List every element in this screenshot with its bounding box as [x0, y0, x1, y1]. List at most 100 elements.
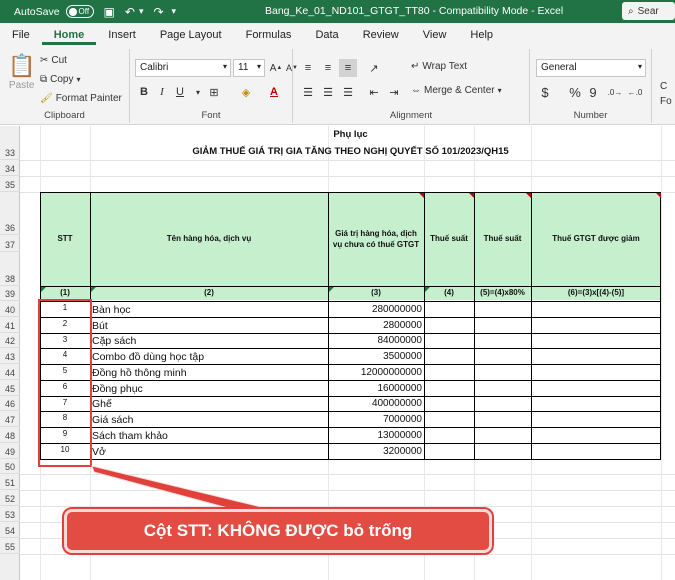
code-cell[interactable]: (5)=(4)x80% — [474, 286, 531, 301]
tab-home[interactable]: Home — [41, 29, 97, 45]
decrease-decimal-icon[interactable]: ←.0 — [626, 83, 644, 101]
item-value-cell[interactable]: 13000000 — [328, 430, 423, 441]
code-cell[interactable]: (2) — [90, 286, 328, 301]
code-cell[interactable]: (3) — [328, 286, 424, 301]
header-tax-rate[interactable]: Thuế suất — [424, 192, 474, 286]
tab-data[interactable]: Data — [303, 29, 350, 45]
align-bottom-icon[interactable]: ≡ — [339, 59, 357, 77]
orientation-icon[interactable]: ↗ — [365, 59, 383, 77]
align-right-icon[interactable]: ☰ — [339, 83, 357, 101]
fill-color-icon[interactable]: ◈ — [237, 83, 255, 101]
italic-icon[interactable]: I — [153, 83, 171, 101]
undo-icon[interactable]: ↶ — [125, 5, 135, 19]
comment-indicator-icon[interactable] — [469, 193, 474, 198]
row-header[interactable]: 55 — [0, 538, 20, 554]
row-header[interactable]: 45 — [0, 380, 20, 396]
redo-icon[interactable]: ↷ — [153, 5, 163, 19]
decrease-indent-icon[interactable]: ⇤ — [365, 83, 383, 101]
item-name-cell[interactable]: Sách tham khảo — [92, 430, 168, 442]
item-name-cell[interactable]: Combo đồ dùng học tập — [92, 351, 204, 363]
row-header[interactable]: 37 — [0, 235, 20, 252]
header-value[interactable]: Giá trị hàng hóa, dịch vụ chưa có thuế G… — [330, 216, 422, 264]
undo-dropdown-icon[interactable]: ▾ — [139, 6, 144, 17]
copy-button[interactable]: ⧉ Copy ▾ — [40, 74, 81, 85]
item-name-cell[interactable]: Vở — [92, 446, 106, 458]
cut-button[interactable]: ✂ Cut — [40, 55, 67, 66]
error-indicator-icon[interactable] — [329, 287, 334, 292]
row-header[interactable]: 42 — [0, 333, 20, 348]
wrap-text-button[interactable]: ↵ Wrap Text — [411, 61, 467, 72]
tab-file[interactable]: File — [0, 29, 42, 45]
format-painter-button[interactable]: 🖌 Format Painter — [40, 93, 122, 104]
item-name-cell[interactable]: Bàn học — [92, 304, 131, 316]
row-header[interactable]: 49 — [0, 443, 20, 459]
merge-center-button[interactable]: ⇔ Merge & Center ▾ — [411, 85, 502, 96]
row-header[interactable]: 50 — [0, 459, 20, 474]
conditional-formatting-partial[interactable]: C Fo — [660, 81, 672, 107]
item-value-cell[interactable]: 400000000 — [328, 398, 422, 409]
borders-icon[interactable]: ⊞ — [205, 83, 223, 101]
item-value-cell[interactable]: 84000000 — [328, 335, 423, 346]
tab-review[interactable]: Review — [351, 29, 411, 45]
error-indicator-icon[interactable] — [425, 287, 430, 292]
row-header[interactable]: 35 — [0, 176, 20, 192]
item-value-cell[interactable]: 3200000 — [328, 446, 422, 457]
row-header[interactable]: 48 — [0, 427, 20, 443]
row-header[interactable]: 44 — [0, 364, 20, 380]
row-header[interactable]: 43 — [0, 348, 20, 364]
paste-button[interactable]: 📋 Paste — [8, 53, 35, 91]
code-cell[interactable]: (6)=(3)x[(4)-(5)] — [531, 286, 661, 301]
tab-page-layout[interactable]: Page Layout — [148, 29, 234, 45]
comment-indicator-icon[interactable] — [656, 193, 661, 198]
header-name[interactable]: Tên hàng hóa, dịch vụ — [90, 192, 328, 286]
tab-view[interactable]: View — [411, 29, 459, 45]
error-indicator-icon[interactable] — [41, 287, 46, 292]
row-header[interactable]: 53 — [0, 506, 20, 522]
row-header[interactable]: 46 — [0, 396, 20, 411]
font-size-select[interactable]: 11 ▾ — [233, 59, 265, 77]
row-header[interactable]: 41 — [0, 317, 20, 333]
item-value-cell[interactable]: 12000000000 — [328, 367, 422, 378]
tab-insert[interactable]: Insert — [96, 29, 148, 45]
currency-icon[interactable]: $ — [536, 83, 554, 101]
tab-help[interactable]: Help — [458, 29, 505, 45]
save-icon[interactable]: ▣ — [104, 5, 115, 19]
row-header[interactable]: 54 — [0, 522, 20, 538]
comment-indicator-icon[interactable] — [419, 193, 424, 198]
item-name-cell[interactable]: Giá sách — [92, 414, 133, 426]
row-header[interactable]: 33 — [0, 143, 20, 160]
align-top-icon[interactable]: ≡ — [299, 59, 317, 77]
header-tax-reduced[interactable]: Thuế GTGT được giảm — [531, 192, 661, 286]
item-name-cell[interactable]: Đồng hồ thông minh — [92, 367, 187, 379]
row-header[interactable]: 34 — [0, 160, 20, 176]
item-value-cell[interactable]: 2800000 — [328, 320, 422, 331]
row-header[interactable]: 36 — [0, 192, 20, 235]
item-value-cell[interactable]: 7000000 — [328, 414, 422, 425]
header-tax-rate-80[interactable]: Thuế suất — [474, 192, 531, 286]
bold-icon[interactable]: B — [135, 83, 153, 101]
autosave-toggle[interactable]: Off — [65, 5, 94, 18]
row-header[interactable]: 40 — [0, 301, 20, 317]
align-middle-icon[interactable]: ≡ — [319, 59, 337, 77]
search-box[interactable]: ⌕ Sear — [622, 2, 675, 20]
comment-indicator-icon[interactable] — [526, 193, 531, 198]
number-format-select[interactable]: General ▾ — [536, 59, 646, 77]
row-header[interactable]: 38 — [0, 252, 20, 286]
error-indicator-icon[interactable] — [91, 287, 96, 292]
item-value-cell[interactable]: 3500000 — [328, 351, 422, 362]
font-name-select[interactable]: Calibri ▾ — [135, 59, 231, 77]
row-header[interactable]: 52 — [0, 490, 20, 506]
align-center-icon[interactable]: ☰ — [319, 83, 337, 101]
increase-decimal-icon[interactable]: .0→ — [606, 83, 624, 101]
percent-icon[interactable]: % — [566, 83, 584, 101]
align-left-icon[interactable]: ☰ — [299, 83, 317, 101]
row-header[interactable]: 39 — [0, 286, 20, 301]
increase-indent-icon[interactable]: ⇥ — [385, 83, 403, 101]
item-name-cell[interactable]: Cặp sách — [92, 335, 136, 347]
code-cell[interactable]: (4) — [424, 286, 474, 301]
item-value-cell[interactable]: 280000000 — [328, 304, 422, 315]
row-header[interactable]: 47 — [0, 411, 20, 427]
item-name-cell[interactable]: Bút — [92, 320, 108, 332]
comma-style-icon[interactable]: 9 — [584, 83, 602, 101]
tab-formulas[interactable]: Formulas — [234, 29, 304, 45]
